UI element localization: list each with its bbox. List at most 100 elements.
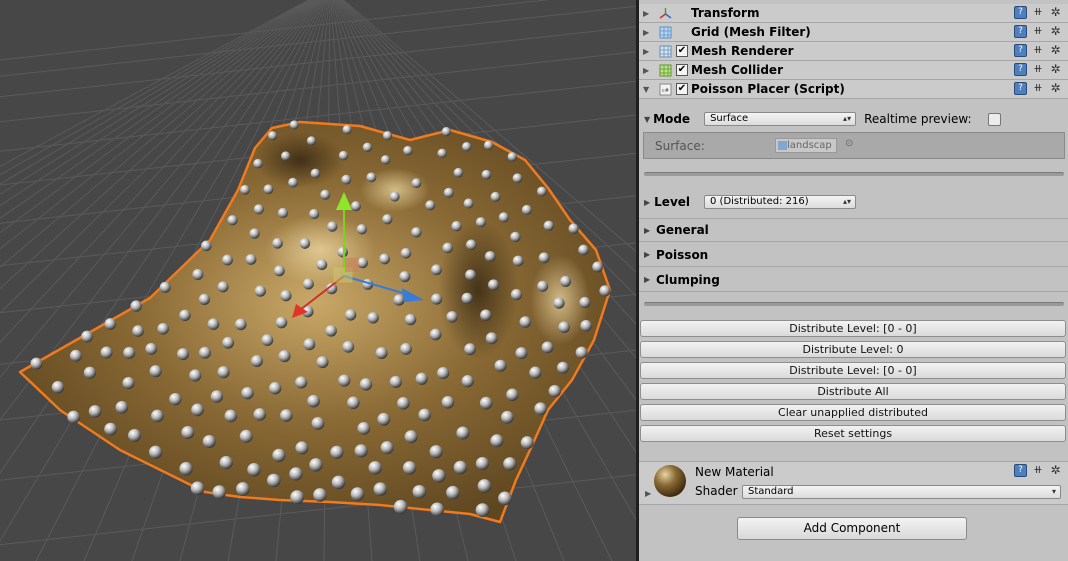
foldout-arrow-icon[interactable]: ▶ <box>645 489 651 498</box>
svg-text:c#: c# <box>662 88 669 94</box>
reset-settings-button[interactable]: Reset settings <box>640 425 1066 442</box>
distributed-point <box>181 426 195 440</box>
distributed-point <box>159 281 171 293</box>
foldout-arrow-icon[interactable]: ▶ <box>643 66 655 75</box>
shader-label: Shader <box>695 484 738 498</box>
foldout-poisson[interactable]: ▶ Poisson <box>639 243 1068 267</box>
clear-unapplied-button[interactable]: Clear unapplied distributed <box>640 404 1066 421</box>
component-header-mesh-renderer[interactable]: ▶ ✔ Mesh Renderer ? ⧺ ✲ <box>639 42 1068 61</box>
distributed-point <box>303 338 316 351</box>
foldout-arrow-icon[interactable]: ▶ <box>643 28 655 37</box>
distribute-level-range-button[interactable]: Distribute Level: [0 - 0] <box>640 320 1066 337</box>
gear-icon[interactable]: ✲ <box>1049 44 1062 57</box>
scene-view[interactable] <box>0 0 636 561</box>
enable-checkbox[interactable]: ✔ <box>676 83 688 95</box>
distributed-point <box>272 448 286 462</box>
help-book-icon[interactable]: ? <box>1014 82 1027 95</box>
foldout-arrow-icon[interactable]: ▶ <box>643 47 655 56</box>
distributed-point <box>558 321 570 333</box>
gear-icon[interactable]: ✲ <box>1049 63 1062 76</box>
distributed-point <box>202 434 216 448</box>
distributed-point <box>128 428 142 442</box>
distribute-all-button[interactable]: Distribute All <box>640 383 1066 400</box>
preset-sliders-icon[interactable]: ⧺ <box>1032 44 1044 57</box>
distributed-point <box>465 239 477 251</box>
distributed-point <box>295 376 308 389</box>
distributed-point <box>309 208 320 220</box>
distributed-point <box>145 342 158 355</box>
object-picker-icon[interactable]: ⊙ <box>845 138 853 149</box>
mode-row: ▼ Mode Surface ▴▾ Realtime preview: <box>639 110 1068 128</box>
foldout-arrow-icon[interactable]: ▶ <box>644 198 650 207</box>
component-header-poisson-placer[interactable]: ▼ c# ✔ Poisson Placer (Script) ? ⧺ ✲ <box>639 80 1068 99</box>
distributed-point <box>253 204 264 215</box>
distributed-point <box>481 169 492 180</box>
foldout-general[interactable]: ▶ General <box>639 218 1068 242</box>
enable-checkbox[interactable]: ✔ <box>676 45 688 57</box>
distributed-point <box>367 312 379 324</box>
distributed-point <box>446 311 458 323</box>
preset-sliders-icon[interactable]: ⧺ <box>1032 25 1044 38</box>
help-book-icon[interactable]: ? <box>1014 464 1027 477</box>
surface-field-box: Surface: landscap ⊙ <box>643 132 1065 159</box>
foldout-expanded-arrow-icon[interactable]: ▼ <box>644 115 650 124</box>
distributed-point <box>393 294 405 306</box>
level-dropdown[interactable]: 0 (Distributed: 216) ▴▾ <box>704 195 857 209</box>
distributed-point <box>599 285 611 297</box>
mesh-collider-icon <box>659 64 672 77</box>
realtime-preview-checkbox[interactable] <box>987 112 1001 126</box>
foldout-expanded-arrow-icon[interactable]: ▼ <box>643 85 655 94</box>
help-book-icon[interactable]: ? <box>1014 63 1027 76</box>
distributed-point <box>441 127 451 137</box>
distributed-point <box>281 151 291 161</box>
scene-canvas[interactable] <box>0 0 636 561</box>
dropdown-arrows-icon: ▴▾ <box>843 114 852 123</box>
distributed-point <box>380 441 394 455</box>
distributed-point <box>148 445 163 459</box>
distributed-point <box>503 457 517 471</box>
distribute-level-range-button-2[interactable]: Distribute Level: [0 - 0] <box>640 362 1066 379</box>
component-header-mesh-collider[interactable]: ▶ ✔ Mesh Collider ? ⧺ ✲ <box>639 61 1068 80</box>
distributed-point <box>198 293 211 305</box>
enable-checkbox[interactable]: ✔ <box>676 64 688 76</box>
distributed-point <box>429 445 443 459</box>
distributed-point <box>477 479 492 493</box>
distributed-point <box>580 319 592 332</box>
preset-sliders-icon[interactable]: ⧺ <box>1032 464 1044 477</box>
distributed-point <box>263 184 274 195</box>
preset-sliders-icon[interactable]: ⧺ <box>1032 63 1044 76</box>
preset-sliders-icon[interactable]: ⧺ <box>1032 6 1044 19</box>
distributed-point <box>375 346 388 359</box>
distributed-point <box>217 281 229 293</box>
mesh-icon <box>778 140 787 150</box>
distributed-point <box>537 280 549 292</box>
help-book-icon[interactable]: ? <box>1014 44 1027 57</box>
distribute-level-button[interactable]: Distribute Level: 0 <box>640 341 1066 358</box>
foldout-arrow-icon[interactable]: ▶ <box>643 9 655 18</box>
distributed-point <box>331 475 346 490</box>
distributed-point <box>441 395 455 409</box>
material-preview-thumbnail[interactable] <box>654 465 686 497</box>
preset-sliders-icon[interactable]: ⧺ <box>1032 82 1044 95</box>
foldout-clumping[interactable]: ▶ Clumping <box>639 268 1068 292</box>
section-separator <box>644 302 1064 306</box>
component-header-mesh-filter[interactable]: ▶ Grid (Mesh Filter) ? ⧺ ✲ <box>639 23 1068 42</box>
gear-icon[interactable]: ✲ <box>1049 464 1062 477</box>
component-header-transform[interactable]: ▶ Transform ? ⧺ ✲ <box>639 4 1068 23</box>
gear-icon[interactable]: ✲ <box>1049 82 1062 95</box>
distributed-point <box>429 328 442 341</box>
help-book-icon[interactable]: ? <box>1014 25 1027 38</box>
dropdown-arrow-icon: ▾ <box>1051 487 1056 496</box>
foldout-general-label: General <box>656 223 709 237</box>
distributed-point <box>207 318 220 330</box>
component-title: Poisson Placer (Script) <box>691 82 845 96</box>
add-component-button[interactable]: Add Component <box>737 517 967 540</box>
shader-dropdown[interactable]: Standard ▾ <box>742 485 1061 499</box>
gear-icon[interactable]: ✲ <box>1049 25 1062 38</box>
help-book-icon[interactable]: ? <box>1014 6 1027 19</box>
distributed-point <box>344 309 357 321</box>
mode-dropdown[interactable]: Surface ▴▾ <box>704 112 857 126</box>
gear-icon[interactable]: ✲ <box>1049 6 1062 19</box>
surface-object-field[interactable]: landscap <box>775 138 837 153</box>
distributed-point <box>543 220 554 231</box>
